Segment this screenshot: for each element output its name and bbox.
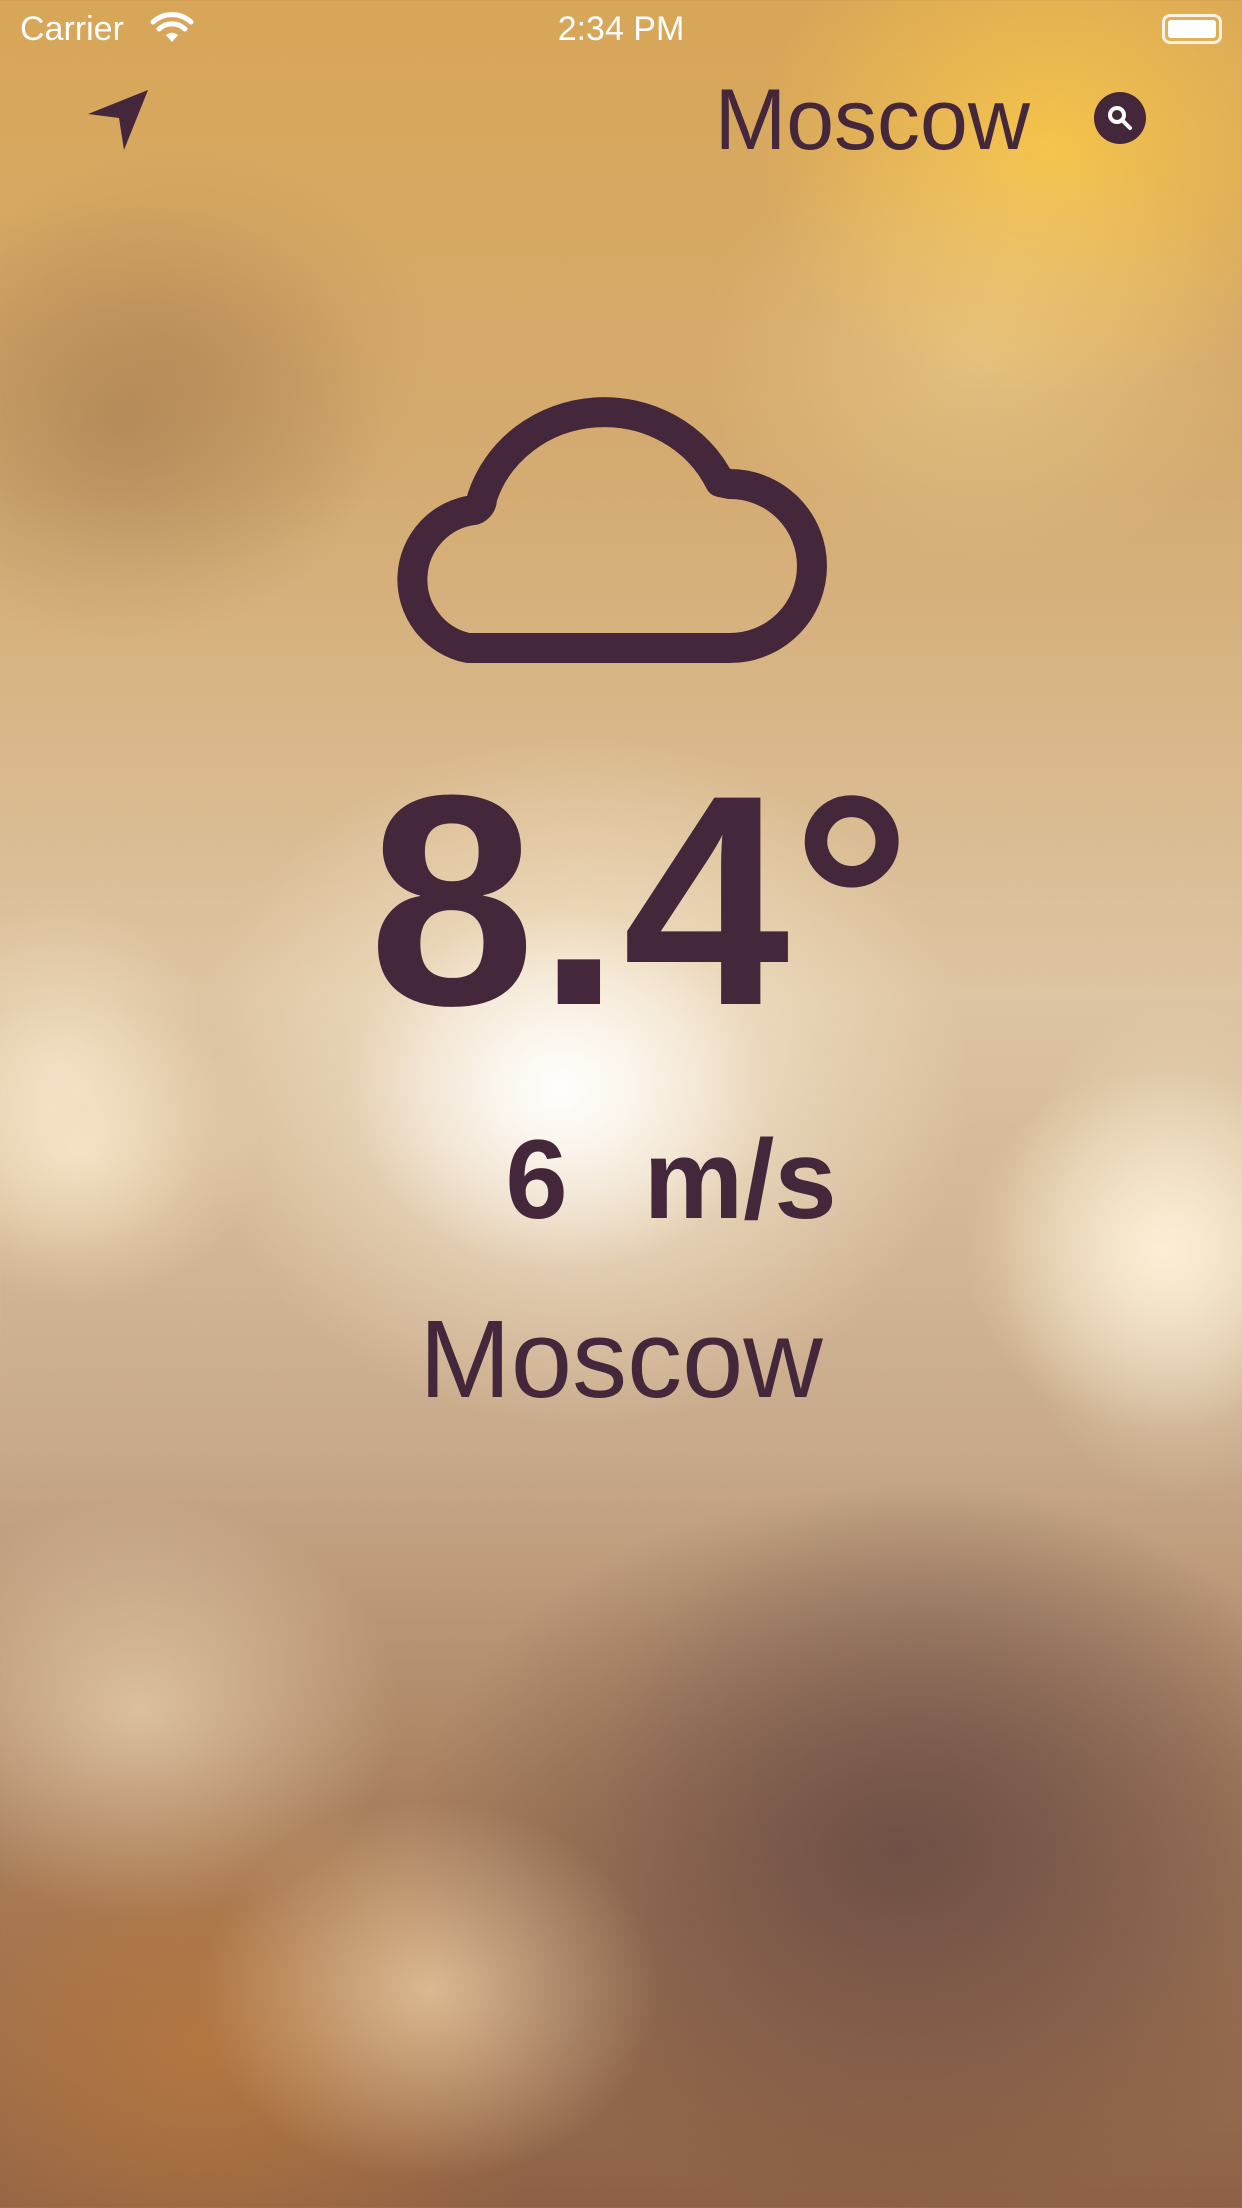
city-name: Moscow	[419, 1298, 823, 1421]
cloud-icon	[397, 397, 827, 663]
status-time: 2:34 PM	[557, 10, 685, 48]
location-arrow-icon	[88, 90, 148, 150]
background-sky-image	[0, 0, 1242, 2208]
wind-speed-unit: m/s	[643, 1117, 837, 1242]
search-button[interactable]	[1094, 92, 1146, 144]
magnifying-glass-icon	[1108, 106, 1132, 130]
current-location-button[interactable]	[82, 82, 154, 154]
wind-speed: 6 m/s	[0, 1120, 1242, 1240]
wind-speed-value: 6	[505, 1117, 568, 1242]
battery-icon	[1162, 14, 1222, 44]
temperature-value: 8.4°	[368, 732, 914, 1068]
status-bar: Carrier 2:34 PM	[0, 0, 1242, 60]
header-city-name: Moscow	[714, 72, 1030, 168]
